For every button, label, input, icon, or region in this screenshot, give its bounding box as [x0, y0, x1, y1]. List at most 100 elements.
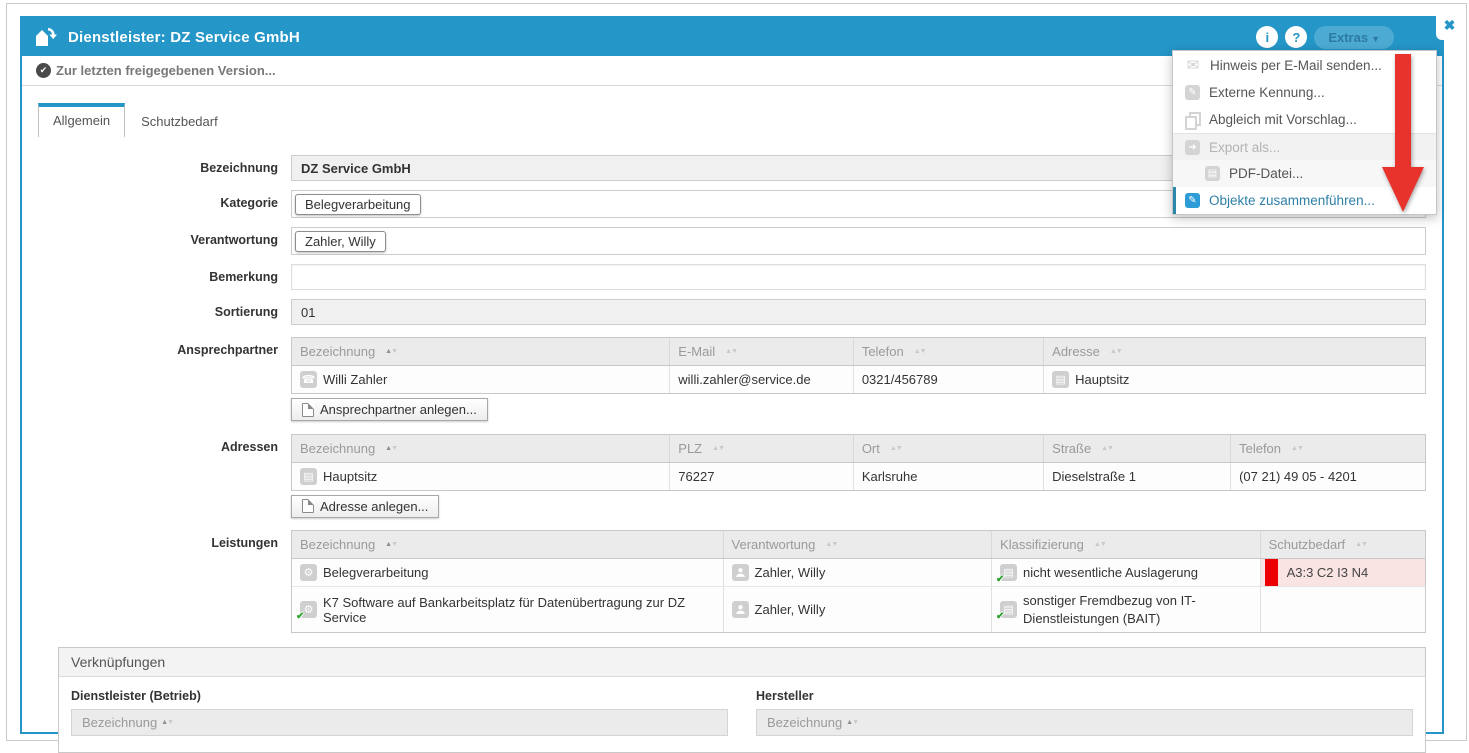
- column-header[interactable]: Klassifizierung: [991, 531, 1260, 558]
- service-classification: nicht wesentliche Auslagerung: [1023, 565, 1198, 580]
- envelope-icon: ✉: [1185, 56, 1201, 74]
- column-header[interactable]: Telefon: [853, 338, 1043, 365]
- service-classification: sonstiger Fremdbezug von IT-Dienstleistu…: [1023, 592, 1252, 627]
- column-header[interactable]: Ort: [853, 435, 1043, 462]
- address-street: Dieselstraße 1: [1052, 469, 1136, 484]
- verantwortung-label: Verantwortung: [38, 227, 291, 247]
- sort-icon[interactable]: [385, 445, 397, 452]
- column-header[interactable]: Bezeichnung: [292, 338, 669, 365]
- pdf-file-icon: ▤: [1205, 166, 1220, 181]
- verantwortung-chip[interactable]: Zahler, Willy: [295, 231, 386, 252]
- sort-icon[interactable]: [1110, 348, 1122, 355]
- bemerkung-input[interactable]: [291, 264, 1426, 290]
- menu-item-objekte-zusammenfuehren[interactable]: ✎Objekte zusammenführen...: [1173, 187, 1436, 214]
- green-check-icon: ✔: [996, 574, 1004, 585]
- address-city: Karlsruhe: [862, 469, 918, 484]
- row-bemerkung: Bemerkung: [38, 264, 1426, 290]
- button-label: Adresse anlegen...: [320, 499, 428, 514]
- check-circle-icon: ✔: [36, 63, 51, 78]
- table-header-row: Bezeichnung Verantwortung Klassifizierun…: [292, 531, 1425, 559]
- dienstleister-betrieb-label: Dienstleister (Betrieb): [71, 689, 728, 703]
- adresse-anlegen-button[interactable]: Adresse anlegen...: [291, 495, 439, 518]
- column-header[interactable]: PLZ: [669, 435, 853, 462]
- sort-icon[interactable]: [385, 541, 397, 548]
- sort-icon[interactable]: [890, 445, 902, 452]
- bezeichnung-label: Bezeichnung: [38, 155, 291, 175]
- column-header[interactable]: Schutzbedarf: [1260, 531, 1425, 558]
- contact-name: Willi Zahler: [323, 372, 387, 387]
- hersteller-section: Hersteller Bezeichnung: [756, 689, 1413, 736]
- phone-icon: ☎: [300, 371, 317, 388]
- column-header-label: Ort: [862, 441, 880, 456]
- table-row[interactable]: ▤Hauptsitz 76227 Karlsruhe Dieselstraße …: [292, 463, 1425, 490]
- address-card-icon: ▤: [300, 468, 317, 485]
- sort-icon[interactable]: [712, 445, 724, 452]
- menu-item-externe-kennung[interactable]: ✎Externe Kennung...: [1173, 79, 1436, 106]
- verknuepfungen-title: Verknüpfungen: [59, 648, 1425, 677]
- column-header-label: Schutzbedarf: [1269, 537, 1346, 552]
- sort-icon[interactable]: [161, 719, 173, 726]
- sort-icon[interactable]: [914, 348, 926, 355]
- column-header[interactable]: Straße: [1043, 435, 1230, 462]
- column-header-label: Bezeichnung: [300, 537, 375, 552]
- column-header[interactable]: Verantwortung: [723, 531, 992, 558]
- verantwortung-field[interactable]: Zahler, Willy: [291, 227, 1426, 255]
- column-header[interactable]: E-Mail: [669, 338, 853, 365]
- menu-item-label: Objekte zusammenführen...: [1209, 193, 1375, 208]
- button-label: Ansprechpartner anlegen...: [320, 402, 477, 417]
- sort-icon[interactable]: [825, 541, 837, 548]
- help-icon[interactable]: ?: [1285, 26, 1307, 48]
- tab-allgemein[interactable]: Allgemein: [38, 103, 125, 137]
- table-row[interactable]: ⚙Belegverarbeitung Zahler, Willy ▤✔nicht…: [292, 559, 1425, 586]
- column-header-label: Klassifizierung: [1000, 537, 1084, 552]
- extras-button[interactable]: Extras▼: [1314, 26, 1394, 49]
- column-header[interactable]: Bezeichnung: [292, 531, 723, 558]
- verknuepfungen-panel: Verknüpfungen Dienstleister (Betrieb) Be…: [58, 647, 1426, 753]
- ansprechpartner-anlegen-button[interactable]: Ansprechpartner anlegen...: [291, 398, 488, 421]
- sortierung-input[interactable]: 01: [291, 299, 1426, 325]
- bemerkung-label: Bemerkung: [38, 264, 291, 284]
- info-icon[interactable]: i: [1256, 26, 1278, 48]
- sort-icon[interactable]: [1355, 541, 1367, 548]
- person-icon: [732, 564, 749, 581]
- dialog-title: Dienstleister: DZ Service GmbH: [68, 29, 300, 46]
- sort-icon[interactable]: [1101, 445, 1113, 452]
- service-owner: Zahler, Willy: [755, 565, 826, 580]
- column-header-label: Adresse: [1052, 344, 1100, 359]
- adressen-label: Adressen: [38, 434, 291, 454]
- table-row[interactable]: ☎Willi Zahler willi.zahler@service.de 03…: [292, 366, 1425, 393]
- sort-icon[interactable]: [725, 348, 737, 355]
- column-header-label: Bezeichnung: [82, 715, 157, 730]
- sort-icon[interactable]: [1291, 445, 1303, 452]
- kategorie-chip[interactable]: Belegverarbeitung: [295, 194, 421, 215]
- column-header[interactable]: Bezeichnung: [292, 435, 669, 462]
- contact-address: Hauptsitz: [1075, 372, 1129, 387]
- column-header[interactable]: Telefon: [1230, 435, 1425, 462]
- hersteller-table-header[interactable]: Bezeichnung: [756, 709, 1413, 736]
- column-header-label: Verantwortung: [732, 537, 816, 552]
- menu-item-pdf-datei[interactable]: ▤PDF-Datei...: [1173, 160, 1436, 187]
- close-icon[interactable]: ✖: [1436, 10, 1463, 40]
- menu-item-label: Hinweis per E-Mail senden...: [1210, 58, 1382, 73]
- column-header[interactable]: Adresse: [1043, 338, 1425, 365]
- service-owner: Zahler, Willy: [755, 602, 826, 617]
- export-icon: ➜: [1185, 140, 1200, 155]
- sort-icon[interactable]: [385, 348, 397, 355]
- column-header-label: Bezeichnung: [300, 344, 375, 359]
- chevron-down-icon: ▼: [1371, 34, 1380, 44]
- menu-item-hinweis-email[interactable]: ✉ Hinweis per E-Mail senden...: [1173, 51, 1436, 79]
- last-approved-version-link[interactable]: Zur letzten freigegebenen Version...: [56, 63, 276, 78]
- address-zip: 76227: [678, 469, 714, 484]
- sort-icon[interactable]: [1094, 541, 1106, 548]
- table-row[interactable]: ⚙✔K7 Software auf Bankarbeitsplatz für D…: [292, 586, 1425, 632]
- extras-menu: ✉ Hinweis per E-Mail senden... ✎Externe K…: [1172, 50, 1437, 215]
- person-icon: [732, 601, 749, 618]
- table-header-row: Bezeichnung E-Mail Telefon Adresse: [292, 338, 1425, 366]
- service-gear-icon: ⚙✔: [300, 601, 317, 618]
- dienstleister-betrieb-table-header[interactable]: Bezeichnung: [71, 709, 728, 736]
- sort-icon[interactable]: [846, 719, 858, 726]
- hersteller-label: Hersteller: [756, 689, 1413, 703]
- menu-item-abgleich-vorschlag[interactable]: Abgleich mit Vorschlag...: [1173, 106, 1436, 133]
- classification-doc-icon: ▤✔: [1000, 564, 1017, 581]
- tab-schutzbedarf[interactable]: Schutzbedarf: [125, 106, 234, 137]
